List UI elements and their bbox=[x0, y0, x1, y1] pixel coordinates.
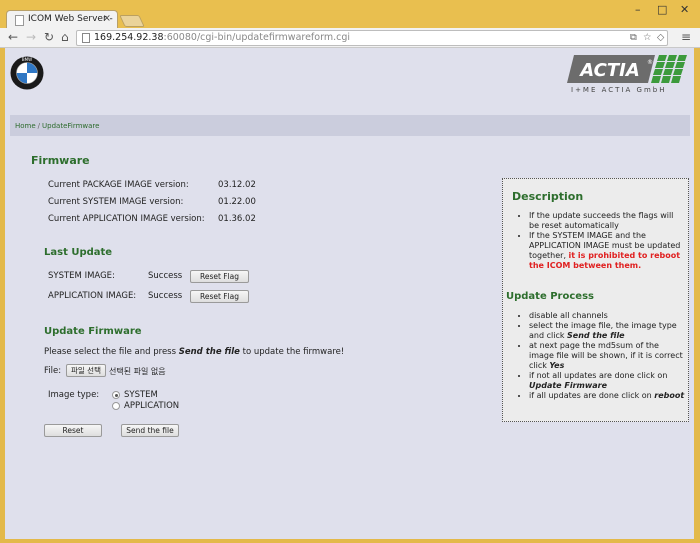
tab-close-icon[interactable]: × bbox=[103, 13, 111, 24]
back-arrow-icon[interactable]: ← bbox=[8, 30, 18, 44]
breadcrumb-current[interactable]: UpdateFirmware bbox=[42, 122, 99, 130]
update-process-heading: Update Process bbox=[506, 291, 594, 302]
choose-file-button[interactable]: 파일 선택 bbox=[66, 364, 106, 377]
minimize-icon[interactable]: – bbox=[635, 3, 641, 16]
breadcrumb-bar: Home / UpdateFirmware bbox=[10, 115, 690, 136]
application-version-label: Current APPLICATION IMAGE version: bbox=[48, 214, 205, 224]
svg-text:®: ® bbox=[647, 59, 653, 66]
update-instruction: Please select the file and press Send th… bbox=[44, 347, 345, 357]
update-firmware-heading: Update Firmware bbox=[44, 326, 142, 337]
reset-flag-system-button[interactable]: Reset Flag bbox=[190, 270, 249, 283]
image-type-application-label[interactable]: APPLICATION bbox=[124, 401, 179, 411]
browser-toolbar: ← → ↻ ⌂ 169.254.92.38:60080/cgi-bin/upda… bbox=[0, 28, 700, 48]
system-version-label: Current SYSTEM IMAGE version: bbox=[48, 197, 184, 207]
file-status: 선택된 파일 없음 bbox=[109, 367, 166, 376]
page-content: BMW ACTIA ® I+ME ACTIA GmbH Home / UpdateF… bbox=[5, 48, 694, 539]
file-label: File: bbox=[44, 366, 62, 376]
breadcrumb-separator: / bbox=[37, 122, 41, 130]
actia-logo: ACTIA ® bbox=[567, 55, 687, 83]
page-favicon-icon bbox=[15, 15, 24, 26]
breadcrumb: Home / UpdateFirmware bbox=[15, 122, 99, 130]
list-item: disable all channels bbox=[529, 311, 685, 321]
package-version-value: 03.12.02 bbox=[218, 180, 256, 190]
actia-subtitle: I+ME ACTIA GmbH bbox=[571, 86, 667, 94]
image-type-label: Image type: bbox=[48, 390, 100, 400]
description-heading: Description bbox=[512, 190, 584, 203]
image-type-system-label[interactable]: SYSTEM bbox=[124, 390, 158, 400]
package-version-label: Current PACKAGE IMAGE version: bbox=[48, 180, 189, 190]
maximize-icon[interactable]: □ bbox=[657, 3, 667, 16]
address-bar[interactable]: 169.254.92.38:60080/cgi-bin/updatefirmwa… bbox=[76, 30, 668, 46]
description-list: If the update succeeds the flags will be… bbox=[515, 211, 685, 271]
svg-text:ACTIA: ACTIA bbox=[578, 60, 640, 81]
tab-title: ICOM Web Server - bbox=[28, 14, 113, 24]
list-item: if not all updates are done click on Upd… bbox=[529, 371, 685, 391]
address-url: 169.254.92.38:60080/cgi-bin/updatefirmwa… bbox=[94, 32, 350, 43]
image-type-application-radio[interactable] bbox=[112, 402, 120, 410]
system-version-value: 01.22.00 bbox=[218, 197, 256, 207]
firmware-heading: Firmware bbox=[31, 154, 90, 167]
list-item: at next page the md5sum of the image fil… bbox=[529, 341, 685, 371]
home-icon[interactable]: ⌂ bbox=[61, 30, 69, 44]
update-process-list: disable all channels select the image fi… bbox=[515, 311, 685, 401]
application-version-value: 01.36.02 bbox=[218, 214, 256, 224]
window-frame-bottom bbox=[0, 539, 700, 543]
reset-flag-application-button[interactable]: Reset Flag bbox=[190, 290, 249, 303]
browser-title-bar: ICOM Web Server - × – □ ✕ bbox=[0, 0, 700, 29]
browser-tab[interactable]: ICOM Web Server - × bbox=[6, 10, 118, 29]
list-item: if all updates are done click on reboot bbox=[529, 391, 685, 401]
last-update-heading: Last Update bbox=[44, 247, 113, 258]
browser-menu-icon[interactable]: ≡ bbox=[681, 30, 691, 44]
bmw-logo: BMW bbox=[10, 56, 44, 90]
svg-text:BMW: BMW bbox=[22, 57, 32, 62]
image-type-system-radio[interactable] bbox=[112, 391, 120, 399]
close-window-icon[interactable]: ✕ bbox=[680, 3, 689, 16]
forward-arrow-icon[interactable]: → bbox=[26, 30, 36, 44]
list-item: If the update succeeds the flags will be… bbox=[529, 211, 685, 231]
send-file-button[interactable]: Send the file bbox=[121, 424, 179, 437]
breadcrumb-home-link[interactable]: Home bbox=[15, 122, 36, 130]
reload-icon[interactable]: ↻ bbox=[44, 30, 54, 44]
reset-button[interactable]: Reset bbox=[44, 424, 102, 437]
list-item: select the image file, the image type an… bbox=[529, 321, 685, 341]
bookmark-star-icon[interactable]: ☆ bbox=[643, 32, 652, 43]
translate-icon[interactable]: ⧉ bbox=[630, 32, 637, 43]
page-info-icon[interactable] bbox=[82, 33, 90, 43]
system-image-label: SYSTEM IMAGE: bbox=[48, 271, 115, 281]
system-image-status: Success bbox=[148, 271, 183, 281]
new-tab-button[interactable] bbox=[119, 15, 145, 27]
description-panel: Description If the update succeeds the f… bbox=[502, 178, 689, 422]
application-image-status: Success bbox=[148, 291, 183, 301]
list-item: If the SYSTEM IMAGE and the APPLICATION … bbox=[529, 231, 685, 271]
application-image-label: APPLICATION IMAGE: bbox=[48, 291, 137, 301]
shield-icon[interactable]: ◇ bbox=[657, 32, 664, 43]
